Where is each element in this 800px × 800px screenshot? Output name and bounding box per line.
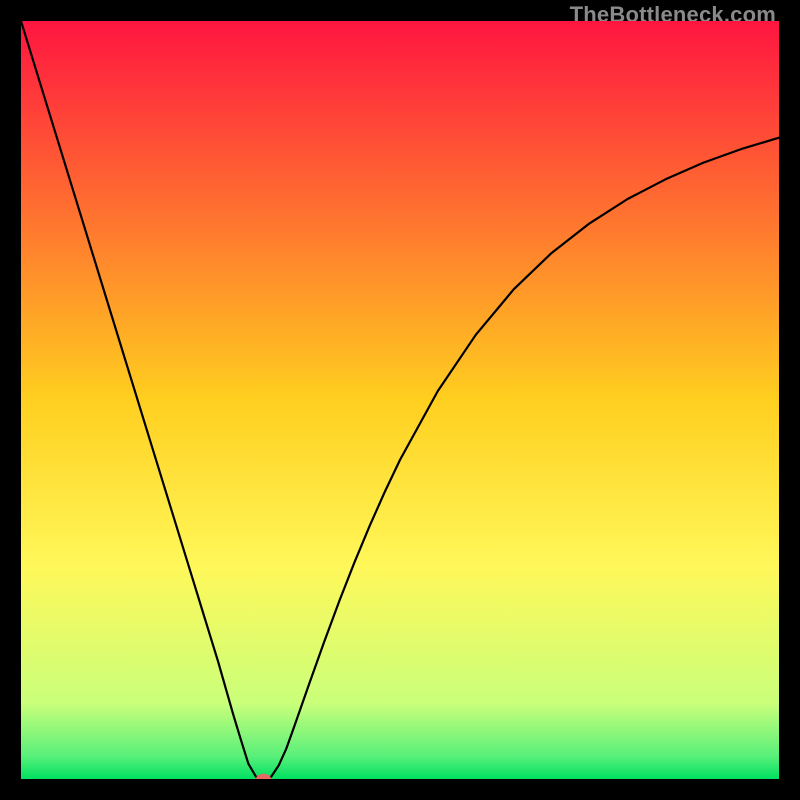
chart-svg (21, 21, 779, 779)
chart-background (21, 21, 779, 779)
chart-frame (21, 21, 779, 779)
